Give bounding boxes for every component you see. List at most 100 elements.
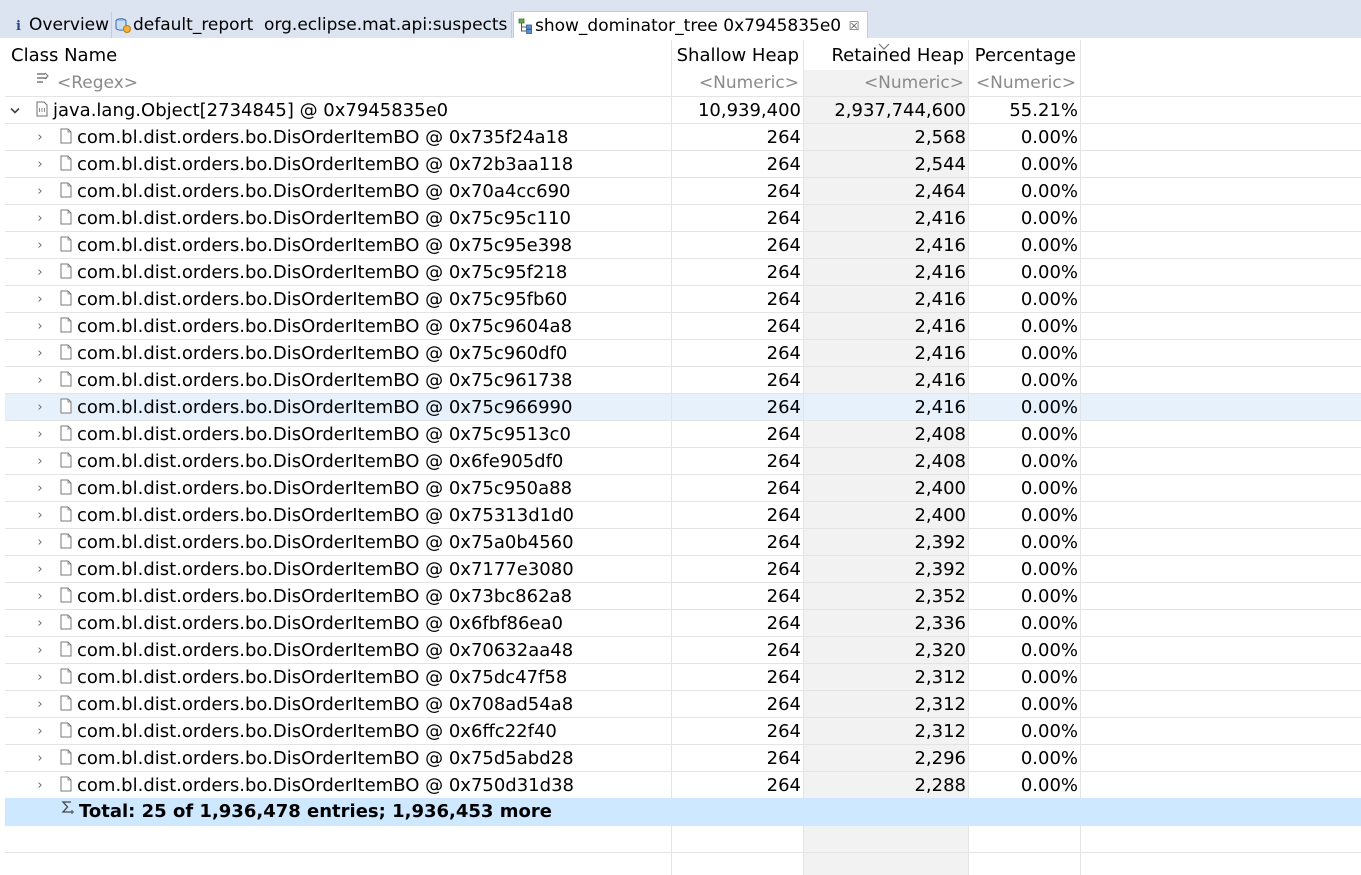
table-row[interactable]: › com.bl.dist.orders.bo.DisOrderItemBO @ … (5, 610, 1361, 637)
object-icon (60, 560, 72, 576)
class-name-cell: com.bl.dist.orders.bo.DisOrderItemBO @ 0… (77, 667, 568, 688)
expand-icon[interactable]: › (33, 475, 47, 502)
table-row[interactable]: › com.bl.dist.orders.bo.DisOrderItemBO @ … (5, 664, 1361, 691)
expand-icon[interactable]: › (33, 502, 47, 529)
table-row[interactable]: › com.bl.dist.orders.bo.DisOrderItemBO @ … (5, 745, 1361, 772)
shallow-heap-cell: 264 (766, 154, 801, 175)
column-header-shallow-heap[interactable]: Shallow Heap (672, 40, 803, 70)
expand-icon[interactable]: › (33, 124, 47, 151)
expand-icon[interactable]: › (33, 556, 47, 583)
table-row[interactable]: › com.bl.dist.orders.bo.DisOrderItemBO @ … (5, 475, 1361, 502)
collapse-icon[interactable] (8, 97, 22, 124)
percentage-cell: 0.00% (1020, 586, 1078, 607)
object-icon (60, 479, 72, 495)
expand-icon[interactable]: › (33, 151, 47, 178)
tab-show-dominator-tree[interactable]: show_dominator_tree 0x7945835e0 ☒ (513, 11, 868, 39)
column-separator[interactable] (1080, 40, 1081, 875)
expand-icon[interactable]: › (33, 583, 47, 610)
column-header-percentage[interactable]: Percentage (969, 40, 1080, 70)
percentage-cell: 0.00% (1020, 262, 1078, 283)
table-row[interactable]: › com.bl.dist.orders.bo.DisOrderItemBO @ … (5, 718, 1361, 745)
expand-icon[interactable]: › (33, 394, 47, 421)
class-name-cell: com.bl.dist.orders.bo.DisOrderItemBO @ 0… (77, 775, 574, 796)
table-row[interactable]: › com.bl.dist.orders.bo.DisOrderItemBO @ … (5, 448, 1361, 475)
object-icon (60, 668, 72, 684)
expand-icon[interactable]: › (33, 448, 47, 475)
expand-icon[interactable]: › (33, 529, 47, 556)
column-separator[interactable] (968, 40, 969, 875)
object-icon (60, 749, 72, 765)
expand-icon[interactable]: › (33, 421, 47, 448)
column-separator[interactable] (803, 40, 804, 875)
table-row[interactable]: › com.bl.dist.orders.bo.DisOrderItemBO @ … (5, 178, 1361, 205)
expand-icon[interactable]: › (33, 313, 47, 340)
table-row[interactable]: › com.bl.dist.orders.bo.DisOrderItemBO @ … (5, 556, 1361, 583)
table-row-total[interactable]: Total: 25 of 1,936,478 entries; 1,936,45… (5, 798, 1361, 825)
expand-icon[interactable]: › (33, 691, 47, 718)
expand-icon[interactable]: › (33, 178, 47, 205)
class-name-cell: com.bl.dist.orders.bo.DisOrderItemBO @ 0… (77, 424, 571, 445)
table-row[interactable]: › com.bl.dist.orders.bo.DisOrderItemBO @ … (5, 259, 1361, 286)
sigma-icon (60, 800, 76, 816)
expand-icon[interactable]: › (33, 205, 47, 232)
shallow-heap-cell: 264 (766, 559, 801, 580)
percentage-cell: 0.00% (1020, 532, 1078, 553)
retained-heap-cell: 2,320 (914, 640, 966, 661)
filter-percentage-input[interactable]: <Numeric> (969, 70, 1080, 96)
expand-icon[interactable]: › (33, 745, 47, 772)
table-row[interactable]: › com.bl.dist.orders.bo.DisOrderItemBO @ … (5, 367, 1361, 394)
table-row[interactable]: › com.bl.dist.orders.bo.DisOrderItemBO @ … (5, 421, 1361, 448)
table-row[interactable]: › com.bl.dist.orders.bo.DisOrderItemBO @ … (5, 772, 1361, 799)
object-icon (60, 236, 72, 252)
editor-tab-bar: i Overview default_report org.eclipse.ma… (0, 0, 1361, 40)
table-row[interactable]: › com.bl.dist.orders.bo.DisOrderItemBO @ … (5, 502, 1361, 529)
percentage-cell: 0.00% (1020, 424, 1078, 445)
class-name-cell: com.bl.dist.orders.bo.DisOrderItemBO @ 0… (77, 748, 574, 769)
filter-class-name-input[interactable]: <Regex> (57, 70, 657, 96)
percentage-cell: 0.00% (1020, 154, 1078, 175)
table-row[interactable]: › com.bl.dist.orders.bo.DisOrderItemBO @ … (5, 124, 1361, 151)
expand-icon[interactable]: › (33, 718, 47, 745)
object-icon (60, 128, 72, 144)
close-icon[interactable]: ☒ (847, 19, 861, 33)
retained-heap-cell: 2,416 (914, 235, 966, 256)
expand-icon[interactable]: › (33, 367, 47, 394)
table-row[interactable]: › com.bl.dist.orders.bo.DisOrderItemBO @ … (5, 313, 1361, 340)
shallow-heap-cell: 264 (766, 640, 801, 661)
table-row[interactable]: › com.bl.dist.orders.bo.DisOrderItemBO @ … (5, 286, 1361, 313)
column-header-class-name[interactable]: Class Name (11, 40, 661, 70)
filter-retained-heap-input[interactable]: <Numeric> (804, 70, 968, 96)
table-row[interactable]: › com.bl.dist.orders.bo.DisOrderItemBO @ … (5, 583, 1361, 610)
expand-icon[interactable]: › (33, 286, 47, 313)
filter-shallow-heap-input[interactable]: <Numeric> (672, 70, 803, 96)
table-row[interactable]: › com.bl.dist.orders.bo.DisOrderItemBO @ … (5, 691, 1361, 718)
table-row[interactable]: › com.bl.dist.orders.bo.DisOrderItemBO @ … (5, 151, 1361, 178)
shallow-heap-cell: 264 (766, 262, 801, 283)
retained-heap-cell: 2,408 (914, 451, 966, 472)
object-icon (60, 263, 72, 279)
table-row[interactable]: › com.bl.dist.orders.bo.DisOrderItemBO @ … (5, 529, 1361, 556)
array-object-icon (36, 101, 48, 117)
expand-icon[interactable]: › (33, 637, 47, 664)
table-row[interactable]: › com.bl.dist.orders.bo.DisOrderItemBO @ … (5, 232, 1361, 259)
tab-default-report[interactable]: default_report org.eclipse.mat.api:suspe… (112, 12, 512, 38)
expand-icon[interactable]: › (33, 259, 47, 286)
table-row[interactable]: › com.bl.dist.orders.bo.DisOrderItemBO @ … (5, 637, 1361, 664)
tab-overview[interactable]: i Overview (4, 12, 112, 38)
class-name-cell: com.bl.dist.orders.bo.DisOrderItemBO @ 0… (77, 721, 557, 742)
table-row[interactable]: › com.bl.dist.orders.bo.DisOrderItemBO @ … (5, 340, 1361, 367)
column-separator[interactable] (671, 40, 672, 875)
expand-icon[interactable]: › (33, 610, 47, 637)
expand-icon[interactable]: › (33, 772, 47, 799)
table-row[interactable]: › com.bl.dist.orders.bo.DisOrderItemBO @ … (5, 394, 1361, 421)
class-name-cell: com.bl.dist.orders.bo.DisOrderItemBO @ 0… (77, 316, 573, 337)
expand-icon[interactable]: › (33, 340, 47, 367)
table-row[interactable]: › com.bl.dist.orders.bo.DisOrderItemBO @ … (5, 205, 1361, 232)
percentage-cell: 0.00% (1020, 640, 1078, 661)
expand-icon[interactable]: › (33, 232, 47, 259)
report-icon (114, 16, 132, 34)
expand-icon[interactable]: › (33, 664, 47, 691)
table-row-root[interactable]: java.lang.Object[2734845] @ 0x7945835e0 … (5, 97, 1361, 124)
class-name-cell: com.bl.dist.orders.bo.DisOrderItemBO @ 0… (77, 586, 573, 607)
percentage-cell: 0.00% (1020, 370, 1078, 391)
